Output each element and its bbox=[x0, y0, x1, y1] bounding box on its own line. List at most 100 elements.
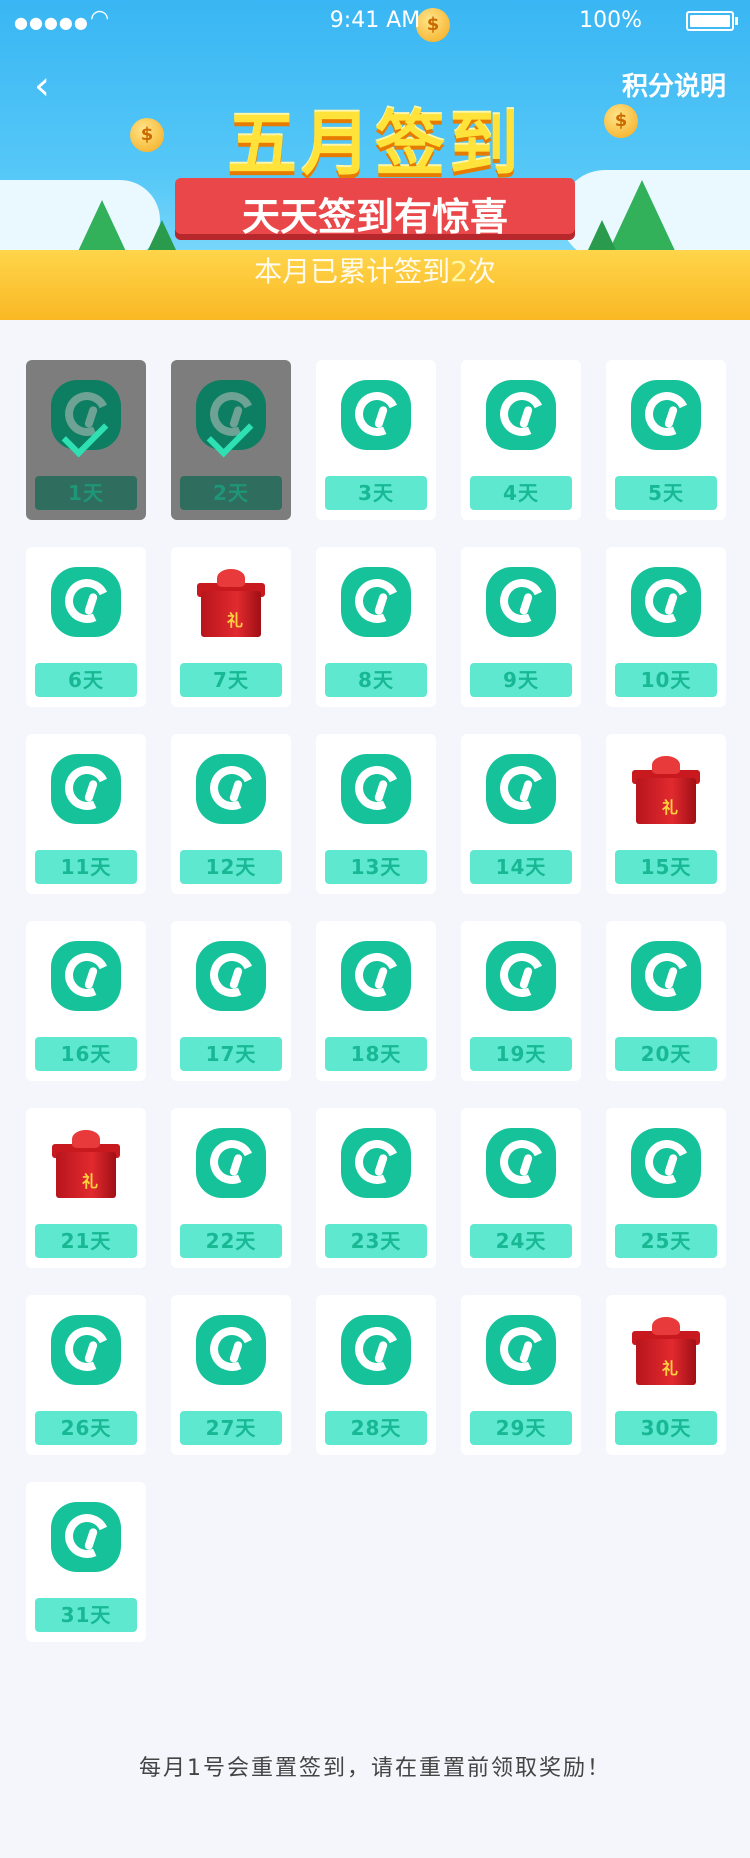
app-logo-icon bbox=[631, 941, 701, 1011]
battery-icon bbox=[686, 11, 738, 31]
app-logo-icon bbox=[196, 941, 266, 1011]
day-card[interactable]: 5天 bbox=[606, 360, 726, 520]
day-label: 31天 bbox=[35, 1598, 137, 1632]
day-label: 11天 bbox=[35, 850, 137, 884]
day-label: 22天 bbox=[180, 1224, 282, 1258]
day-card[interactable]: 23天 bbox=[316, 1108, 436, 1268]
app-logo-icon bbox=[631, 567, 701, 637]
day-label: 12天 bbox=[180, 850, 282, 884]
app-logo-icon bbox=[341, 380, 411, 450]
app-logo-icon bbox=[51, 1315, 121, 1385]
app-logo-icon bbox=[486, 1315, 556, 1385]
reset-notice: 每月1号会重置签到，请在重置前领取奖励！ bbox=[139, 1756, 611, 1781]
day-card[interactable]: 25天 bbox=[606, 1108, 726, 1268]
gift-tag: 礼 bbox=[227, 611, 244, 630]
day-label: 18天 bbox=[325, 1037, 427, 1071]
gift-bow bbox=[217, 569, 245, 587]
battery-label: 100% bbox=[579, 8, 642, 33]
gift-tag: 礼 bbox=[82, 1172, 99, 1191]
day-card[interactable]: 29天 bbox=[461, 1295, 581, 1455]
day-label: 14天 bbox=[470, 850, 572, 884]
day-card[interactable]: 17天 bbox=[171, 921, 291, 1081]
progress-count: 2 bbox=[450, 255, 468, 288]
day-card[interactable]: 2天 bbox=[171, 360, 291, 520]
gift-box-icon: 礼 bbox=[197, 569, 265, 639]
gift-tag: 礼 bbox=[662, 798, 679, 817]
day-card[interactable]: 10天 bbox=[606, 547, 726, 707]
day-label: 6天 bbox=[35, 663, 137, 697]
progress-prefix: 本月已累计签到 bbox=[254, 255, 451, 288]
gift-tag: 礼 bbox=[662, 1359, 679, 1378]
day-card[interactable]: 礼 7天 bbox=[171, 547, 291, 707]
day-card[interactable]: 1天 bbox=[26, 360, 146, 520]
day-label: 8天 bbox=[325, 663, 427, 697]
app-logo-icon bbox=[486, 754, 556, 824]
app-logo-icon bbox=[51, 1502, 121, 1572]
day-label: 3天 bbox=[325, 476, 427, 510]
day-card[interactable]: 16天 bbox=[26, 921, 146, 1081]
app-logo-icon bbox=[51, 754, 121, 824]
app-logo-icon bbox=[341, 754, 411, 824]
app-logo-icon bbox=[486, 941, 556, 1011]
day-label: 16天 bbox=[35, 1037, 137, 1071]
day-card[interactable]: 4天 bbox=[461, 360, 581, 520]
day-card[interactable]: 12天 bbox=[171, 734, 291, 894]
gift-bow bbox=[652, 756, 680, 774]
day-card[interactable]: 18天 bbox=[316, 921, 436, 1081]
app-logo-icon bbox=[196, 1128, 266, 1198]
gift-box-icon: 礼 bbox=[632, 1317, 700, 1387]
day-label: 5天 bbox=[615, 476, 717, 510]
app-logo-icon bbox=[341, 941, 411, 1011]
day-label: 23天 bbox=[325, 1224, 427, 1258]
day-label: 26天 bbox=[35, 1411, 137, 1445]
gift-bow bbox=[72, 1130, 100, 1148]
app-logo-icon bbox=[341, 567, 411, 637]
day-label: 20天 bbox=[615, 1037, 717, 1071]
page-title: 五月签到 bbox=[227, 103, 523, 185]
app-logo-icon bbox=[486, 567, 556, 637]
app-logo-icon bbox=[486, 380, 556, 450]
day-label: 27天 bbox=[180, 1411, 282, 1445]
day-label: 17天 bbox=[180, 1037, 282, 1071]
day-label: 30天 bbox=[615, 1411, 717, 1445]
gift-box-icon: 礼 bbox=[52, 1130, 120, 1200]
status-bar: ●●●●● ◠ 9:41 AM 100% bbox=[0, 0, 750, 40]
app-logo-icon bbox=[196, 1315, 266, 1385]
day-card[interactable]: 24天 bbox=[461, 1108, 581, 1268]
day-card[interactable]: 礼 30天 bbox=[606, 1295, 726, 1455]
day-card[interactable]: 28天 bbox=[316, 1295, 436, 1455]
day-card[interactable]: 27天 bbox=[171, 1295, 291, 1455]
day-card[interactable]: 31天 bbox=[26, 1482, 146, 1642]
day-card[interactable]: 9天 bbox=[461, 547, 581, 707]
day-label: 13天 bbox=[325, 850, 427, 884]
day-label: 28天 bbox=[325, 1411, 427, 1445]
day-label: 7天 bbox=[180, 663, 282, 697]
day-card[interactable]: 26天 bbox=[26, 1295, 146, 1455]
day-label: 15天 bbox=[615, 850, 717, 884]
day-card[interactable]: 3天 bbox=[316, 360, 436, 520]
day-card[interactable]: 11天 bbox=[26, 734, 146, 894]
day-label: 25天 bbox=[615, 1224, 717, 1258]
day-label: 9天 bbox=[470, 663, 572, 697]
app-logo-icon bbox=[631, 380, 701, 450]
checkin-progress: 本月已累计签到2次 bbox=[0, 250, 750, 290]
day-label: 1天 bbox=[35, 476, 137, 510]
day-label: 29天 bbox=[470, 1411, 572, 1445]
day-label: 24天 bbox=[470, 1224, 572, 1258]
day-card[interactable]: 19天 bbox=[461, 921, 581, 1081]
day-card[interactable]: 礼 15天 bbox=[606, 734, 726, 894]
day-card[interactable]: 14天 bbox=[461, 734, 581, 894]
day-card[interactable]: 6天 bbox=[26, 547, 146, 707]
ribbon-banner: 天天签到有惊喜 bbox=[145, 178, 605, 242]
day-card[interactable]: 13天 bbox=[316, 734, 436, 894]
app-logo-icon bbox=[631, 1128, 701, 1198]
day-label: 4天 bbox=[470, 476, 572, 510]
gift-bow bbox=[652, 1317, 680, 1335]
header-banner: $ $ $ ●●●●● ◠ 9:41 AM 100% ‹ 积分说明 五月签到 天… bbox=[0, 0, 750, 320]
app-logo-icon bbox=[196, 754, 266, 824]
day-label: 19天 bbox=[470, 1037, 572, 1071]
day-card[interactable]: 20天 bbox=[606, 921, 726, 1081]
day-card[interactable]: 8天 bbox=[316, 547, 436, 707]
day-card[interactable]: 22天 bbox=[171, 1108, 291, 1268]
day-card[interactable]: 礼 21天 bbox=[26, 1108, 146, 1268]
